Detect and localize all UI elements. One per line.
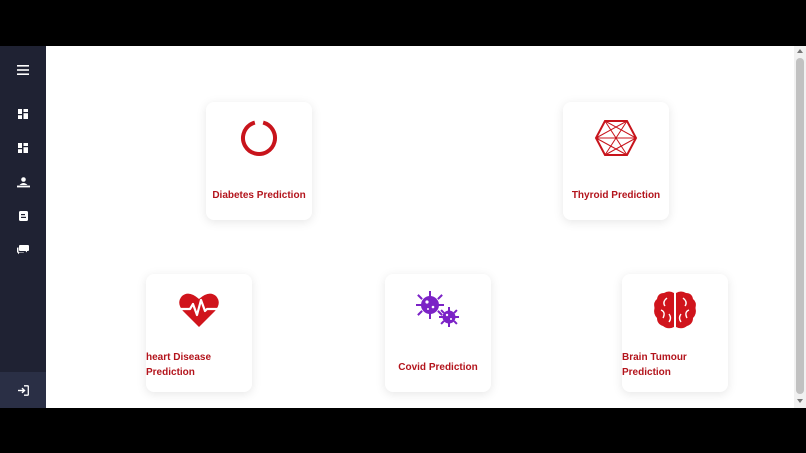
covid-prediction-card[interactable]: Covid Prediction — [385, 274, 491, 392]
scroll-down-icon[interactable] — [797, 399, 803, 403]
card-label: Thyroid Prediction — [571, 190, 661, 201]
hamburger-menu-icon[interactable] — [13, 60, 33, 80]
card-label-line1: Brain Tumour — [622, 352, 687, 363]
ring-icon — [206, 116, 312, 160]
card-label-line2: Prediction — [622, 367, 671, 378]
dashboard-icon[interactable] — [13, 138, 33, 158]
virus-icon — [385, 288, 491, 332]
thyroid-prediction-card[interactable]: Thyroid Prediction — [563, 102, 669, 220]
scroll-up-icon[interactable] — [797, 49, 803, 53]
blog-icon[interactable] — [13, 206, 33, 226]
patient-bed-icon[interactable] — [13, 172, 33, 192]
card-label-line1: heart Disease — [146, 352, 212, 363]
heart-disease-prediction-card[interactable]: heart Disease Prediction — [146, 274, 252, 392]
brain-icon — [622, 288, 728, 332]
main-content: Diabetes Prediction Thyroid Prediction h… — [46, 46, 794, 408]
app-screen: Diabetes Prediction Thyroid Prediction h… — [0, 46, 806, 408]
thyroid-network-icon — [563, 116, 669, 160]
heartbeat-icon — [146, 288, 252, 332]
dashboard-icon[interactable] — [13, 104, 33, 124]
diabetes-prediction-card[interactable]: Diabetes Prediction — [206, 102, 312, 220]
brain-tumour-prediction-card[interactable]: Brain Tumour Prediction — [622, 274, 728, 392]
scrollbar-thumb[interactable] — [796, 58, 804, 394]
vertical-scrollbar[interactable] — [794, 46, 806, 408]
sidebar — [0, 46, 46, 408]
card-label: Diabetes Prediction — [212, 190, 306, 201]
card-label-line2: Prediction — [146, 367, 195, 378]
chat-icon[interactable] — [13, 240, 33, 260]
sign-in-icon[interactable] — [0, 372, 46, 408]
card-label: Covid Prediction — [398, 362, 478, 373]
